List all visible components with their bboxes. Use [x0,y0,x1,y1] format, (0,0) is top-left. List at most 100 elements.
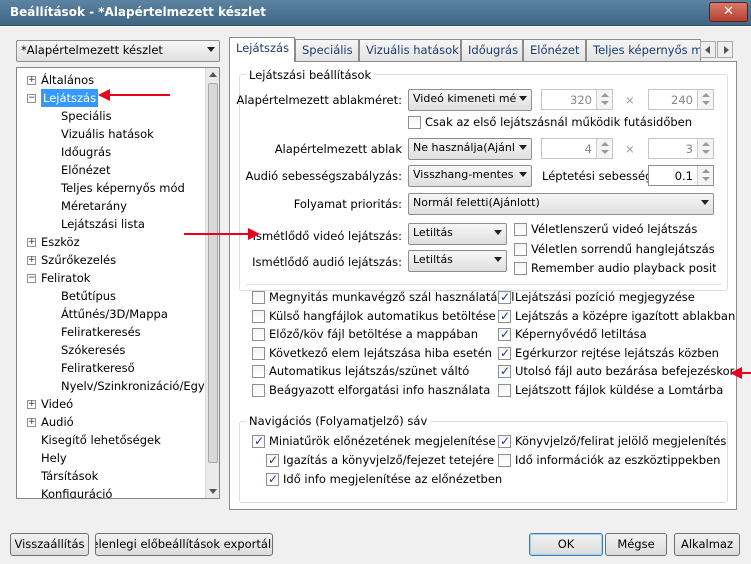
option-checkbox[interactable]: Lejátszott fájlok küldése a Lomtárba [498,383,723,399]
ratio-b-spinner[interactable]: 3 [648,138,714,159]
checkbox-box[interactable] [498,383,511,397]
checkbox-box[interactable] [498,364,511,378]
tab[interactable]: Teljes képernyős mó [586,39,701,61]
tree-item[interactable]: Szűrőkezelés [41,251,116,269]
option-label: Következő elem lejátszása hiba esetén [269,345,492,360]
scroll-thumb[interactable] [208,83,218,463]
remember-audio-checkbox[interactable]: Remember audio playback positior [514,261,716,277]
option-checkbox[interactable]: Külső hangfájlok automatikus betöltése [252,309,496,325]
tree-item[interactable]: Videó [41,395,73,413]
close-button[interactable]: ✕ [709,2,748,22]
cancel-button[interactable]: Mégse [605,533,667,556]
preset-select[interactable]: *Alapértelmezett készlet [16,40,220,62]
option-checkbox[interactable]: Képernyővédő letiltása [498,327,647,343]
tree-scrollbar[interactable] [205,68,219,498]
export-button[interactable]: Jelenlegi előbeállítások exportálása [95,533,273,556]
tree-item[interactable]: Nyelv/Szinkronizáció/Egyéb [61,377,219,395]
tree-item[interactable]: Előnézet [61,161,110,179]
collapse-icon[interactable]: − [27,94,36,103]
tab[interactable]: Lejátszás [229,37,295,62]
tree-item[interactable]: Társítások [41,467,98,485]
tree-item[interactable]: Betűtípus [61,287,116,305]
repeat-audio-select[interactable]: Letiltás [408,250,507,272]
random-audio-checkbox[interactable]: Véletlen sorrendű hanglejátszás [514,242,715,258]
chevron-down-icon [701,200,709,205]
checkbox-box[interactable] [252,383,265,397]
option-checkbox[interactable]: Utolsó fájl auto bezárása befejezéskor [498,364,734,380]
tree-item[interactable]: Audió [41,413,74,431]
tree-item[interactable]: Hely [41,449,67,467]
height-spinner[interactable]: 240 [648,89,714,110]
expand-icon[interactable]: + [27,238,36,247]
tab[interactable]: Vizuális hatások [359,39,461,61]
expand-icon[interactable]: + [27,400,36,409]
ok-button[interactable]: OK [529,533,603,556]
tree-item[interactable]: Szókeresés [61,341,125,359]
option-checkbox[interactable]: Automatikus lejátszás/szünet váltó [252,364,469,380]
option-checkbox[interactable]: Lejátszási pozíció megjegyzése [498,290,695,306]
tree-item[interactable]: Áttűnés/3D/Mappa [61,305,168,323]
tree-item[interactable]: Feliratok [41,269,90,287]
scroll-up-icon[interactable] [209,72,217,77]
chevron-left-icon [705,46,710,54]
checkbox-box[interactable] [498,309,511,323]
checkbox-box[interactable] [252,291,265,304]
tree-item[interactable]: Speciális [61,107,112,125]
expand-icon[interactable]: + [27,76,36,85]
tree-item[interactable]: Feliratkereső [61,359,135,377]
checkbox-box[interactable] [252,365,265,378]
tab-scroll-right-button[interactable] [717,41,733,58]
tab[interactable]: Speciális [295,39,359,61]
reset-button[interactable]: Visszaállítás [10,533,89,556]
random-video-checkbox[interactable]: Véletlenszerű videó lejátszás [514,222,697,238]
tree-item[interactable]: Teljes képernyős mód [61,179,185,197]
collapse-icon[interactable]: − [27,274,36,283]
checkbox-box[interactable] [498,346,511,360]
tree-item[interactable]: Lejátszás [41,89,99,107]
annotation-arrow-edge [730,367,751,379]
option-checkbox[interactable]: Megnyitás munkavégző szál használatával [252,290,514,306]
tab[interactable]: Előnézet [523,39,586,61]
tree-item[interactable]: Kisegítő lehetőségek [41,431,161,449]
checkbox-box[interactable] [498,327,511,341]
checkbox-box[interactable] [252,328,265,341]
align-checkbox[interactable]: Igazítás a könyvjelző/fejezet tetejére [266,453,494,469]
scroll-down-icon[interactable] [209,489,217,494]
priority-select[interactable]: Normál feletti(Ajánlott) [408,193,714,215]
bookmark-checkbox[interactable]: Könyvjelző/felirat jelölő megjelenítés [498,434,726,450]
expand-icon[interactable]: + [27,418,36,427]
tree-item[interactable]: Méretarány [61,197,127,215]
height-value: 240 [671,93,693,107]
tree-item[interactable]: Lejátszási lista [61,215,145,233]
tree-item[interactable]: Feliratkeresés [61,323,141,341]
tree-item[interactable]: Konfiguráció [41,485,112,498]
thumbs-checkbox[interactable]: Miniatűrök előnézetének megjelenítése [252,434,496,450]
tree-item[interactable]: Általános [41,71,94,89]
toolbar-time-checkbox[interactable]: Idő információk az eszköztippekben [498,453,720,469]
option-checkbox[interactable]: Lejátszás a középre igazított ablakban [498,309,735,325]
apply-button[interactable]: Alkalmaz [674,533,740,556]
option-checkbox[interactable]: Beágyazott elforgatási info használata [252,383,490,399]
option-checkbox[interactable]: Következő elem lejátszása hiba esetén [252,346,492,362]
tree-item[interactable]: Eszköz [41,233,80,251]
option-checkbox[interactable]: Egérkurzor rejtése lejátszás közben [498,346,719,362]
first-play-only-checkbox[interactable]: Csak az első lejátszásnál működik futási… [408,115,692,131]
tab[interactable]: Időugrás [461,39,523,61]
window-size-select[interactable]: Videó kimeneti mé [408,89,532,111]
timeinfo-checkbox[interactable]: Idő info megjelenítése az előnézetben [266,472,502,488]
repeat-video-select[interactable]: Letiltás [408,223,507,245]
times-sign: × [625,93,635,107]
expand-icon[interactable]: + [27,256,36,265]
width-spinner[interactable]: 320 [541,89,613,110]
default-window-select[interactable]: Ne használja(Ajánl [408,138,532,160]
step-speed-spinner[interactable]: 0.1 [648,165,714,186]
checkbox-box[interactable] [498,290,511,304]
option-checkbox[interactable]: Előző/köv fájl betöltése a mappában [252,327,478,343]
tree-item[interactable]: Időugrás [61,143,111,161]
checkbox-box[interactable] [252,346,265,360]
audio-speed-select[interactable]: Visszhang-mentes [408,165,532,187]
ratio-a-spinner[interactable]: 4 [541,138,613,159]
tab-scroll-left-button[interactable] [700,41,716,58]
checkbox-box[interactable] [252,309,265,323]
tree-item[interactable]: Vizuális hatások [61,125,154,143]
